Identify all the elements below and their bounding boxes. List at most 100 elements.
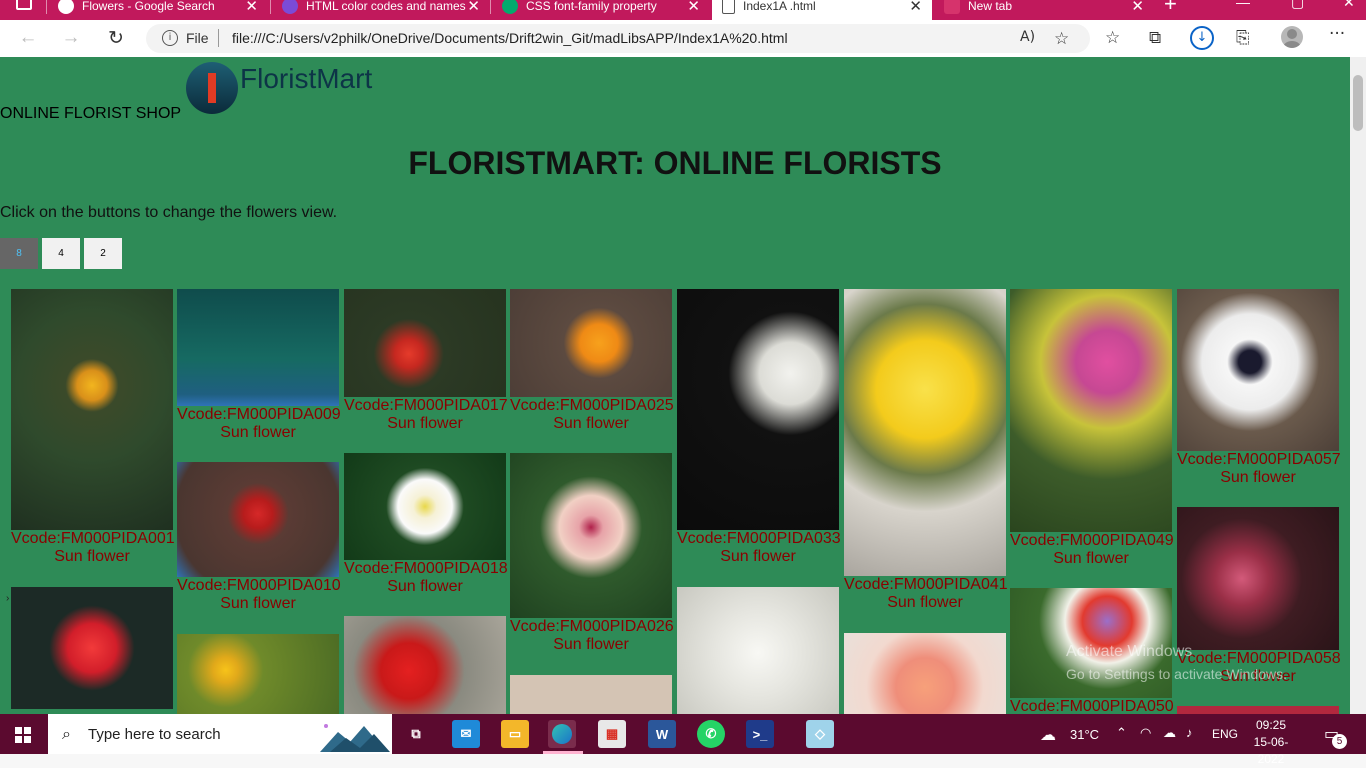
file-explorer-icon[interactable]: ▭ xyxy=(501,720,529,748)
screenshot-icon[interactable]: ⎘ xyxy=(1236,28,1250,48)
watermark-subtitle: Go to Settings to activate Windows. xyxy=(1066,666,1287,682)
view-8-button[interactable]: 8 xyxy=(0,238,38,269)
weather-icon[interactable]: ☁ xyxy=(1040,725,1056,745)
temperature[interactable]: 31°C xyxy=(1070,727,1099,742)
flower-card[interactable] xyxy=(510,675,672,714)
tab-index1a[interactable]: Index1A .html ✕ xyxy=(712,0,932,20)
card-name: Sun flower xyxy=(1220,469,1296,486)
flower-card[interactable]: Vcode:FM000PIDA001 Sun flower xyxy=(11,289,175,566)
tab-css-font-family[interactable]: CSS font-family property ✕ xyxy=(492,0,710,20)
tab-actions-icon[interactable] xyxy=(16,0,32,10)
flower-card[interactable]: Vcode:FM000PIDA009 Sun flower xyxy=(177,289,341,442)
file-icon xyxy=(722,0,735,14)
chevron-up-icon[interactable]: ⌃ xyxy=(1116,725,1127,741)
tab-google-search[interactable]: Flowers - Google Search ✕ xyxy=(48,0,268,20)
language-indicator[interactable]: ENG xyxy=(1212,727,1238,741)
notification-badge: 5 xyxy=(1332,734,1347,749)
white-anemone-image xyxy=(1177,289,1339,451)
red-poppies-image xyxy=(344,289,506,397)
powershell-icon[interactable]: >_ xyxy=(746,720,774,748)
close-icon[interactable]: ✕ xyxy=(245,0,258,15)
taskbar-search[interactable]: ⌕ Type here to search xyxy=(48,714,392,754)
favorites-icon[interactable]: ☆ xyxy=(1105,28,1120,48)
page-scrollbar[interactable] xyxy=(1350,57,1366,714)
card-code: Vcode:FM000PIDA010 xyxy=(177,577,341,594)
mail-icon[interactable]: ✉ xyxy=(452,720,480,748)
store-icon[interactable]: ▦ xyxy=(598,720,626,748)
clock-time: 09:25 xyxy=(1255,718,1287,732)
tab-new-tab[interactable]: New tab ✕ xyxy=(934,0,1154,20)
clock[interactable]: 09:25 15-06-2022 xyxy=(1248,717,1294,768)
read-aloud-icon[interactable]: A) xyxy=(1020,29,1035,45)
onedrive-icon[interactable]: ☁ xyxy=(1163,725,1176,741)
flower-card[interactable]: Vcode:FM000PIDA049 Sun flower xyxy=(1010,289,1174,568)
card-code: Vcode:FM000PIDA050 xyxy=(1010,698,1174,714)
flower-card[interactable] xyxy=(844,633,1006,714)
scrollbar-thumb[interactable] xyxy=(1353,75,1363,131)
flower-card[interactable]: Vcode:FM000PIDA017 Sun flower xyxy=(344,289,508,433)
close-icon[interactable]: ✕ xyxy=(467,0,480,15)
flower-card[interactable] xyxy=(1177,706,1339,714)
url-box[interactable]: i File file:///C:/Users/v2philk/OneDrive… xyxy=(146,24,1090,53)
flower-card[interactable]: Vcode:FM000PIDA057 Sun flower xyxy=(1177,289,1341,487)
flower-card[interactable] xyxy=(177,634,339,714)
windows-start-icon[interactable] xyxy=(15,727,31,743)
tab-separator xyxy=(490,0,491,14)
rose-partial-image xyxy=(1177,706,1339,714)
flower-card[interactable]: Vcode:FM000PIDA033 Sun flower xyxy=(677,289,841,566)
network-icon[interactable]: ◠ xyxy=(1140,725,1151,741)
card-name: Sun flower xyxy=(54,548,130,565)
avatar[interactable] xyxy=(1281,26,1303,48)
page-title: FLORISTMART: ONLINE FLORISTS xyxy=(408,145,942,181)
download-icon[interactable]: ↓ xyxy=(1190,26,1214,50)
flower-card[interactable]: Vcode:FM000PIDA018 Sun flower xyxy=(344,453,508,596)
activate-windows-watermark: Activate Windows Go to Settings to activ… xyxy=(1066,641,1287,685)
sunflower-image xyxy=(11,289,173,530)
card-code: Vcode:FM000PIDA049 xyxy=(1010,532,1174,549)
new-tab-button[interactable]: + xyxy=(1164,0,1177,17)
add-favorite-icon[interactable]: ☆ xyxy=(1054,29,1069,49)
back-icon[interactable]: ← xyxy=(16,26,40,50)
view-4-button[interactable]: 4 xyxy=(42,238,80,269)
forward-icon[interactable]: → xyxy=(59,26,83,50)
app-icon[interactable]: ◇ xyxy=(806,720,834,748)
card-name: Sun flower xyxy=(220,595,296,612)
white-lilies-image xyxy=(677,587,839,714)
logo-text: FloristMart xyxy=(240,63,373,94)
card-name: Sun flower xyxy=(553,415,629,432)
flower-card[interactable] xyxy=(11,587,173,709)
maximize-icon[interactable]: ▢ xyxy=(1291,0,1304,11)
flower-card[interactable]: Vcode:FM000PIDA041 Sun flower xyxy=(844,289,1008,612)
edge-icon[interactable] xyxy=(548,720,576,748)
orange-hibiscus-image xyxy=(510,289,672,397)
info-icon[interactable]: i xyxy=(162,30,178,46)
red-geranium-image xyxy=(344,616,506,714)
flower-card[interactable] xyxy=(344,616,506,714)
page-content: ONLINE FLORIST SHOP FloristMart FLORISTM… xyxy=(0,57,1350,714)
google-icon xyxy=(58,0,74,14)
flower-card[interactable]: Vcode:FM000PIDA026 Sun flower xyxy=(510,453,674,654)
task-view-icon[interactable]: ⧉ xyxy=(402,720,430,748)
more-menu-icon[interactable]: ··· xyxy=(1329,24,1345,44)
minimize-icon[interactable]: — xyxy=(1236,0,1250,10)
card-name: Sun flower xyxy=(553,636,629,653)
instruction-text: Click on the buttons to change the flowe… xyxy=(0,204,338,221)
flower-card[interactable] xyxy=(677,587,839,714)
flower-card[interactable]: Vcode:FM000PIDA025 Sun flower xyxy=(510,289,674,433)
close-icon[interactable]: ✕ xyxy=(909,0,922,15)
word-icon[interactable]: W xyxy=(648,720,676,748)
whatsapp-icon[interactable]: ✆ xyxy=(697,720,725,748)
refresh-icon[interactable]: ↻ xyxy=(104,26,128,50)
view-2-button[interactable]: 2 xyxy=(84,238,122,269)
card-code: Vcode:FM000PIDA025 xyxy=(510,397,674,414)
url-text[interactable]: file:///C:/Users/v2philk/OneDrive/Docume… xyxy=(232,30,788,46)
close-window-icon[interactable]: ✕ xyxy=(1343,0,1355,11)
close-icon[interactable]: ✕ xyxy=(1131,0,1144,15)
card-name: Sun flower xyxy=(720,548,796,565)
w3schools-icon xyxy=(502,0,518,14)
tab-html-colors[interactable]: HTML color codes and names ✕ xyxy=(272,0,490,20)
volume-icon[interactable]: ♪ xyxy=(1186,725,1193,740)
flower-card[interactable]: Vcode:FM000PIDA010 Sun flower xyxy=(177,462,341,613)
collections-icon[interactable]: ⧉ xyxy=(1149,28,1161,48)
close-icon[interactable]: ✕ xyxy=(687,0,700,15)
